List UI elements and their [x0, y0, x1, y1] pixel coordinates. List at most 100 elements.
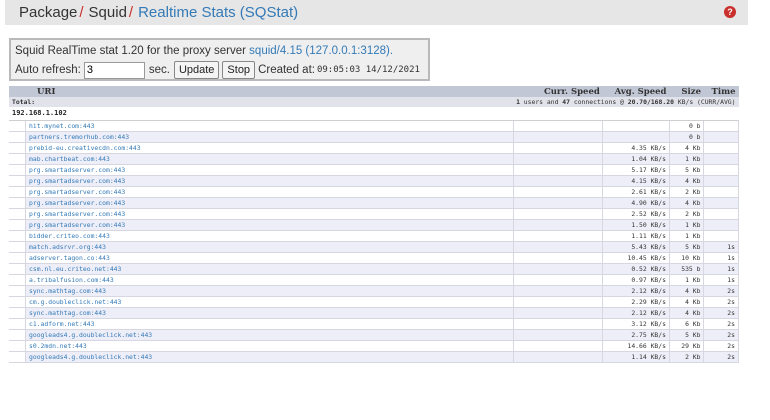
avg-speed-cell: 1.14 KB/s	[602, 351, 670, 363]
uri-link[interactable]: mab.chartbeat.com:443	[25, 153, 514, 165]
table-row: prg.smartadserver.com:443 2.61 KB/s 2 Kb	[9, 186, 739, 198]
uri-link[interactable]: match.adsrvr.org:443	[25, 241, 514, 253]
breadcrumb-squid[interactable]: Squid	[89, 4, 127, 21]
uri-link[interactable]: prg.smartadserver.com:443	[25, 197, 514, 209]
total-users: 1	[516, 98, 520, 106]
total-speed: 20.70/168.20	[627, 98, 674, 106]
time-cell	[703, 197, 739, 209]
breadcrumb-separator: /	[128, 4, 134, 21]
avg-speed-cell: 4.90 KB/s	[602, 197, 670, 209]
row-blank-cell	[9, 241, 27, 253]
size-cell: 29 Kb	[669, 340, 705, 352]
row-blank-cell	[9, 186, 27, 198]
curr-speed-cell	[513, 329, 604, 341]
avg-speed-cell: 0.52 KB/s	[602, 263, 670, 275]
stop-button[interactable]: Stop	[222, 61, 256, 79]
uri-link[interactable]: adserver.tagon.co:443	[25, 252, 514, 264]
curr-speed-cell	[513, 230, 604, 242]
uri-link[interactable]: prg.smartadserver.com:443	[25, 208, 514, 220]
curr-speed-cell	[513, 252, 604, 264]
uri-link[interactable]: prg.smartadserver.com:443	[25, 219, 514, 231]
table-row: prg.smartadserver.com:443 4.90 KB/s 4 Kb	[9, 197, 739, 209]
uri-link[interactable]: csm.nl.eu.criteo.net:443	[25, 263, 514, 275]
row-blank-cell	[9, 274, 27, 286]
ip-address: 192.168.1.102	[9, 107, 739, 121]
update-button[interactable]: Update	[173, 61, 220, 79]
created-at-label: Created at:	[258, 64, 315, 76]
time-cell: 2s	[703, 318, 739, 330]
size-cell: 4 Kb	[669, 175, 705, 187]
avg-speed-cell: 5.43 KB/s	[602, 241, 670, 253]
column-header-avg-speed: Avg. Speed	[602, 86, 670, 97]
uri-link[interactable]: prg.smartadserver.com:443	[25, 164, 514, 176]
time-cell	[703, 175, 739, 187]
curr-speed-cell	[513, 351, 604, 363]
table-row: adserver.tagon.co:443 10.45 KB/s 10 Kb 1s	[9, 252, 739, 264]
uri-link[interactable]: googleads4.g.doubleclick.net:443	[25, 329, 514, 341]
row-blank-cell	[9, 208, 27, 220]
uri-link[interactable]: c1.adform.net:443	[25, 318, 514, 330]
time-cell: 2s	[703, 340, 739, 352]
curr-speed-cell	[513, 208, 604, 220]
uri-link[interactable]: prg.smartadserver.com:443	[25, 175, 514, 187]
size-cell: 10 Kb	[669, 252, 705, 264]
row-blank-cell	[9, 164, 27, 176]
total-speed-text: KB/s (CURR/AVG)	[677, 98, 736, 106]
uri-link[interactable]: prg.smartadserver.com:443	[25, 186, 514, 198]
row-blank-cell	[9, 263, 27, 275]
server-link[interactable]: squid/4.15 (127.0.0.1:3128).	[249, 45, 393, 57]
time-cell	[703, 142, 739, 154]
table-row: prg.smartadserver.com:443 5.17 KB/s 5 Kb	[9, 164, 739, 176]
size-cell: 0 b	[669, 131, 705, 143]
avg-speed-cell: 1.04 KB/s	[602, 153, 670, 165]
breadcrumb-package[interactable]: Package	[19, 4, 77, 21]
table-row: prg.smartadserver.com:443 2.52 KB/s 2 Kb	[9, 208, 739, 220]
row-blank-cell	[9, 351, 27, 363]
uri-link[interactable]: a.tribalfusion.com:443	[25, 274, 514, 286]
curr-speed-cell	[513, 120, 604, 132]
curr-speed-cell	[513, 274, 604, 286]
table-row: prebid-eu.creativecdn.com:443 4.35 KB/s 4 …	[9, 142, 739, 154]
avg-speed-cell: 1.11 KB/s	[602, 230, 670, 242]
row-blank-cell	[9, 340, 27, 352]
size-cell: 0 b	[669, 120, 705, 132]
created-at-value: 09:05:03 14/12/2021	[316, 65, 420, 75]
uri-link[interactable]: s0.2mdn.net:443	[25, 340, 514, 352]
row-blank-cell	[9, 197, 27, 209]
table-row: sync.mathtag.com:443 2.12 KB/s 4 Kb 2s	[9, 285, 739, 297]
uri-link[interactable]: prebid-eu.creativecdn.com:443	[25, 142, 514, 154]
table-row: prg.smartadserver.com:443 4.15 KB/s 4 Kb	[9, 175, 739, 187]
time-cell: 1s	[703, 263, 739, 275]
uri-link[interactable]: bidder.criteo.com:443	[25, 230, 514, 242]
curr-speed-cell	[513, 318, 604, 330]
auto-refresh-input[interactable]	[83, 61, 145, 79]
question-circle-icon[interactable]: ?	[724, 6, 736, 18]
avg-speed-cell: 10.45 KB/s	[602, 252, 670, 264]
size-cell: 4 Kb	[669, 142, 705, 154]
row-blank-cell	[9, 296, 27, 308]
curr-speed-cell	[513, 164, 604, 176]
curr-speed-cell	[513, 285, 604, 297]
uri-link[interactable]: cm.g.doubleclick.net:443	[25, 296, 514, 308]
table-row: mab.chartbeat.com:443 1.04 KB/s 1 Kb	[9, 153, 739, 165]
curr-speed-cell	[513, 241, 604, 253]
size-cell: 4 Kb	[669, 285, 705, 297]
breadcrumb-active[interactable]: Realtime Stats (SQStat)	[138, 4, 298, 21]
avg-speed-cell: 2.52 KB/s	[602, 208, 670, 220]
size-cell: 2 Kb	[669, 351, 705, 363]
table-row: match.adsrvr.org:443 5.43 KB/s 5 Kb 1s	[9, 241, 739, 253]
time-cell: 2s	[703, 307, 739, 319]
uri-link[interactable]: partners.tremorhub.com:443	[25, 131, 514, 143]
uri-link[interactable]: hit.mynet.com:443	[25, 120, 514, 132]
size-cell: 5 Kb	[669, 164, 705, 176]
time-cell	[703, 186, 739, 198]
row-blank-cell	[9, 329, 27, 341]
time-cell: 2s	[703, 351, 739, 363]
avg-speed-cell: 3.12 KB/s	[602, 318, 670, 330]
uri-link[interactable]: googleads4.g.doubleclick.net:443	[25, 351, 514, 363]
total-label: Total:	[9, 97, 514, 107]
table-row: partners.tremorhub.com:443 0 b	[9, 131, 739, 143]
uri-link[interactable]: sync.mathtag.com:443	[25, 307, 514, 319]
uri-link[interactable]: sync.mathtag.com:443	[25, 285, 514, 297]
total-row: Total: 1 users and 47 connections @ 20.7…	[9, 97, 739, 107]
